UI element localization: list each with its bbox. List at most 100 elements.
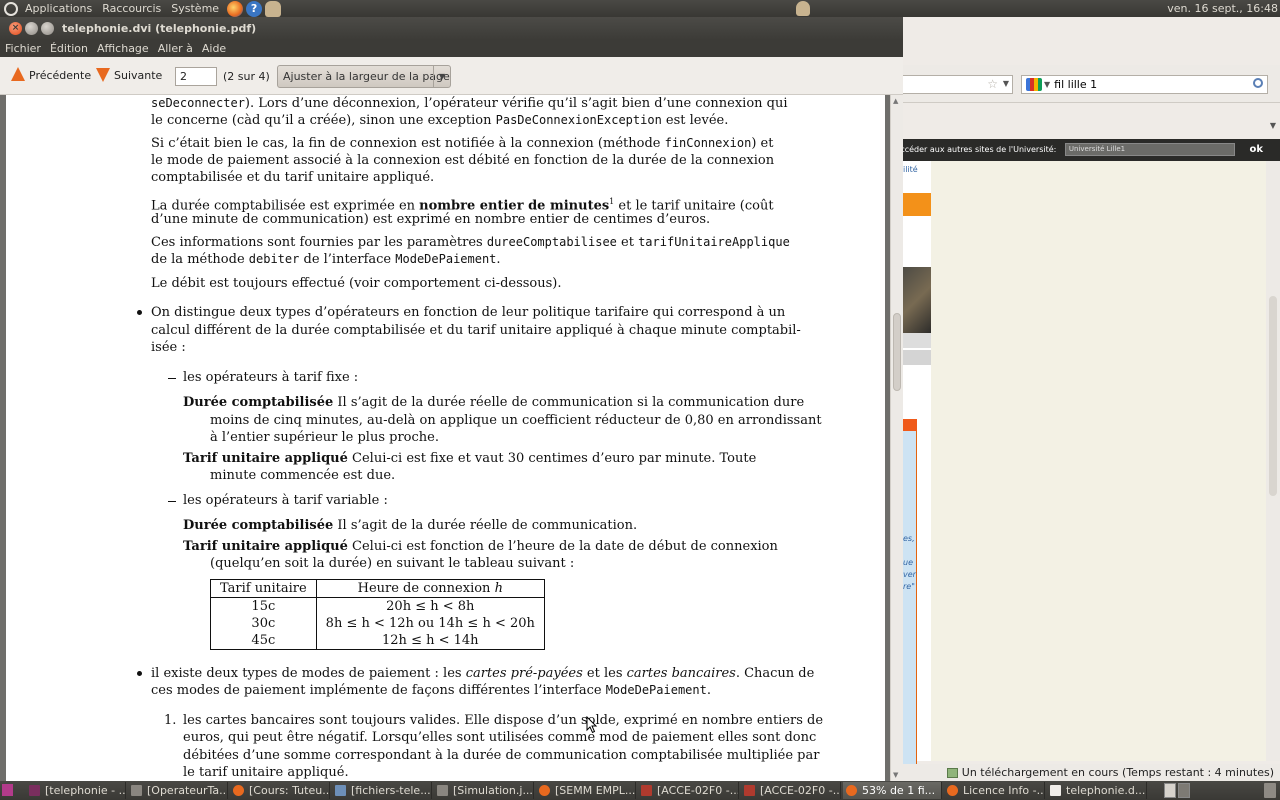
- firefox-scroll-thumb[interactable]: [1269, 296, 1277, 496]
- university-site-strip: Accéder aux autres sites de l'Université…: [903, 139, 1280, 161]
- taskbar-button[interactable]: [Cours: Tuteu...: [230, 782, 330, 799]
- bullet: [137, 310, 142, 315]
- site-blue-panel: [903, 419, 917, 781]
- site-photo: [903, 267, 931, 333]
- next-page-label: Suivante: [114, 69, 163, 82]
- app-icon: [744, 785, 755, 796]
- menu-places[interactable]: Raccourcis: [97, 0, 166, 17]
- download-status[interactable]: Un téléchargement en cours (Temps restan…: [962, 766, 1274, 779]
- taskbar-button[interactable]: Licence Info -...: [944, 782, 1045, 799]
- taskbar-button[interactable]: telephonie.d...: [1047, 782, 1147, 799]
- ubuntu-logo-icon[interactable]: [4, 1, 18, 16]
- taskbar-button[interactable]: 53% de 1 fi...: [843, 782, 942, 799]
- arrow-up-icon: [11, 67, 25, 81]
- show-desktop-icon[interactable]: [2, 784, 13, 796]
- next-page-button[interactable]: Suivante: [96, 67, 162, 85]
- menu-help[interactable]: Aide: [197, 40, 230, 57]
- engine-dropdown-icon[interactable]: ▼: [1044, 80, 1050, 89]
- code-text: ModeDePaiement: [605, 683, 707, 697]
- search-input[interactable]: ▼ fil lille 1: [1021, 75, 1268, 94]
- menu-view[interactable]: Affichage: [92, 40, 153, 57]
- site-ok-button[interactable]: ok: [1249, 144, 1263, 155]
- taskbar-button[interactable]: [SEMM EMPL...: [536, 782, 636, 799]
- document-viewer-window: × telephonie.dvi (telephonie.pdf) Fichie…: [0, 17, 903, 781]
- taskbar-label: telephonie.d...: [1066, 784, 1146, 797]
- taskbar-label: Licence Info -...: [963, 784, 1045, 797]
- taskbar-button[interactable]: [OperateurTa...: [128, 782, 228, 799]
- taskbar-button[interactable]: [ACCE-02F0 -...: [638, 782, 739, 799]
- bottom-taskbar: [telephonie - ... [OperateurTa... [Cours: …: [0, 781, 1280, 800]
- menu-system[interactable]: Système: [166, 0, 224, 17]
- firefox-scrollbar[interactable]: [1266, 161, 1280, 761]
- taskbar-button[interactable]: [Simulation.j...: [434, 782, 534, 799]
- document-scrollbar[interactable]: ▲ ▼: [890, 95, 903, 781]
- page-count: (2 sur 4): [223, 70, 270, 83]
- menubar: Fichier Édition Affichage Aller à Aide: [0, 40, 903, 57]
- user-status-icon[interactable]: [796, 1, 810, 16]
- list-number: 1.: [164, 713, 177, 728]
- italic-text: cartes bancaires: [626, 666, 736, 681]
- doc-text: ) et: [751, 136, 774, 151]
- table-header: Heure de connexion h: [315, 579, 545, 598]
- scroll-up-icon[interactable]: ▲: [893, 97, 898, 105]
- google-engine-icon[interactable]: [1026, 78, 1042, 91]
- site-blue-text: es, ue ver re": [903, 533, 916, 593]
- site-gray-bar: [903, 350, 931, 365]
- user-launcher-icon[interactable]: [265, 0, 282, 17]
- menu-edit[interactable]: Édition: [45, 40, 92, 57]
- bookmark-star-icon[interactable]: ☆: [987, 77, 998, 91]
- minimize-window-icon[interactable]: [25, 22, 38, 35]
- document-view[interactable]: seDeconnecter). Lors d’une déconnexion, …: [0, 95, 890, 781]
- arrow-down-icon: [96, 68, 110, 82]
- page-number-input[interactable]: 2: [175, 67, 217, 86]
- site-select[interactable]: Université Lille1: [1064, 143, 1235, 156]
- italic-text: cartes pré-payées: [465, 666, 583, 681]
- menu-file[interactable]: Fichier: [0, 40, 45, 57]
- zoom-select[interactable]: Ajuster à la largeur de la page ▼: [277, 65, 451, 88]
- doc-text: Celui-ci est fonction de l’heure de la d…: [347, 539, 778, 554]
- taskbar-button[interactable]: [ACCE-02F0 -...: [741, 782, 841, 799]
- search-value: fil lille 1: [1054, 78, 1098, 91]
- doc-line: les cartes bancaires sont toujours valid…: [183, 713, 824, 728]
- table-cell: 30c: [210, 615, 317, 632]
- table-row: 45c 12h ≤ h < 14h: [210, 632, 545, 650]
- document-scroll-thumb[interactable]: [893, 313, 901, 391]
- search-icon[interactable]: [1253, 78, 1263, 88]
- taskbar-button[interactable]: [fichiers-tele...: [332, 782, 432, 799]
- table-cell: 15c: [210, 597, 317, 615]
- taskbar-button[interactable]: [telephonie - ...: [26, 782, 126, 799]
- window-titlebar[interactable]: × telephonie.dvi (telephonie.pdf): [0, 17, 903, 40]
- doc-line: moins de cinq minutes, au-delà on appliq…: [210, 413, 822, 428]
- tariff-table: Tarif unitaire Heure de connexion h 15c …: [210, 579, 545, 650]
- close-window-icon[interactable]: ×: [9, 22, 22, 35]
- site-left-link[interactable]: ilité: [903, 165, 918, 174]
- url-dropdown-icon[interactable]: ▼: [1003, 79, 1009, 88]
- menu-applications[interactable]: Applications: [20, 0, 97, 17]
- doc-text: le concerne (càd qu’il a créée), sinon u…: [151, 113, 496, 128]
- download-icon[interactable]: [946, 768, 958, 778]
- url-bar[interactable]: ☆ ▼: [903, 75, 1013, 94]
- workspace-switcher[interactable]: [1164, 783, 1176, 798]
- workspace-switcher[interactable]: [1178, 783, 1190, 798]
- app-icon: [335, 785, 346, 796]
- panel-clock[interactable]: ven. 16 sept., 16:48: [1167, 0, 1280, 17]
- menu-go[interactable]: Aller à: [153, 40, 197, 57]
- help-launcher-icon[interactable]: ?: [246, 0, 263, 17]
- maximize-window-icon[interactable]: [41, 22, 54, 35]
- trash-icon[interactable]: [1264, 783, 1276, 798]
- code-text: dureeComptabilisee: [486, 235, 617, 249]
- scroll-down-icon[interactable]: ▼: [893, 771, 898, 779]
- previous-page-button[interactable]: Précédente: [11, 67, 91, 85]
- doc-text: de la méthode: [151, 252, 249, 267]
- firefox-launcher-icon[interactable]: [227, 0, 244, 17]
- taskbar-label: [OperateurTa...: [147, 784, 228, 797]
- doc-text: et les: [582, 666, 627, 681]
- window-title: telephonie.dvi (telephonie.pdf): [62, 22, 257, 35]
- tabs-list-arrow-icon[interactable]: ▼: [1270, 121, 1276, 130]
- doc-line: à l’entier supérieur le plus proche.: [210, 430, 439, 445]
- taskbar-label: [Cours: Tuteu...: [249, 784, 330, 797]
- taskbar-label: 53% de 1 fi...: [862, 784, 936, 797]
- chevron-down-icon[interactable]: ▼: [433, 66, 450, 87]
- doc-text: . Chacun de: [735, 666, 815, 681]
- app-icon: [539, 785, 550, 796]
